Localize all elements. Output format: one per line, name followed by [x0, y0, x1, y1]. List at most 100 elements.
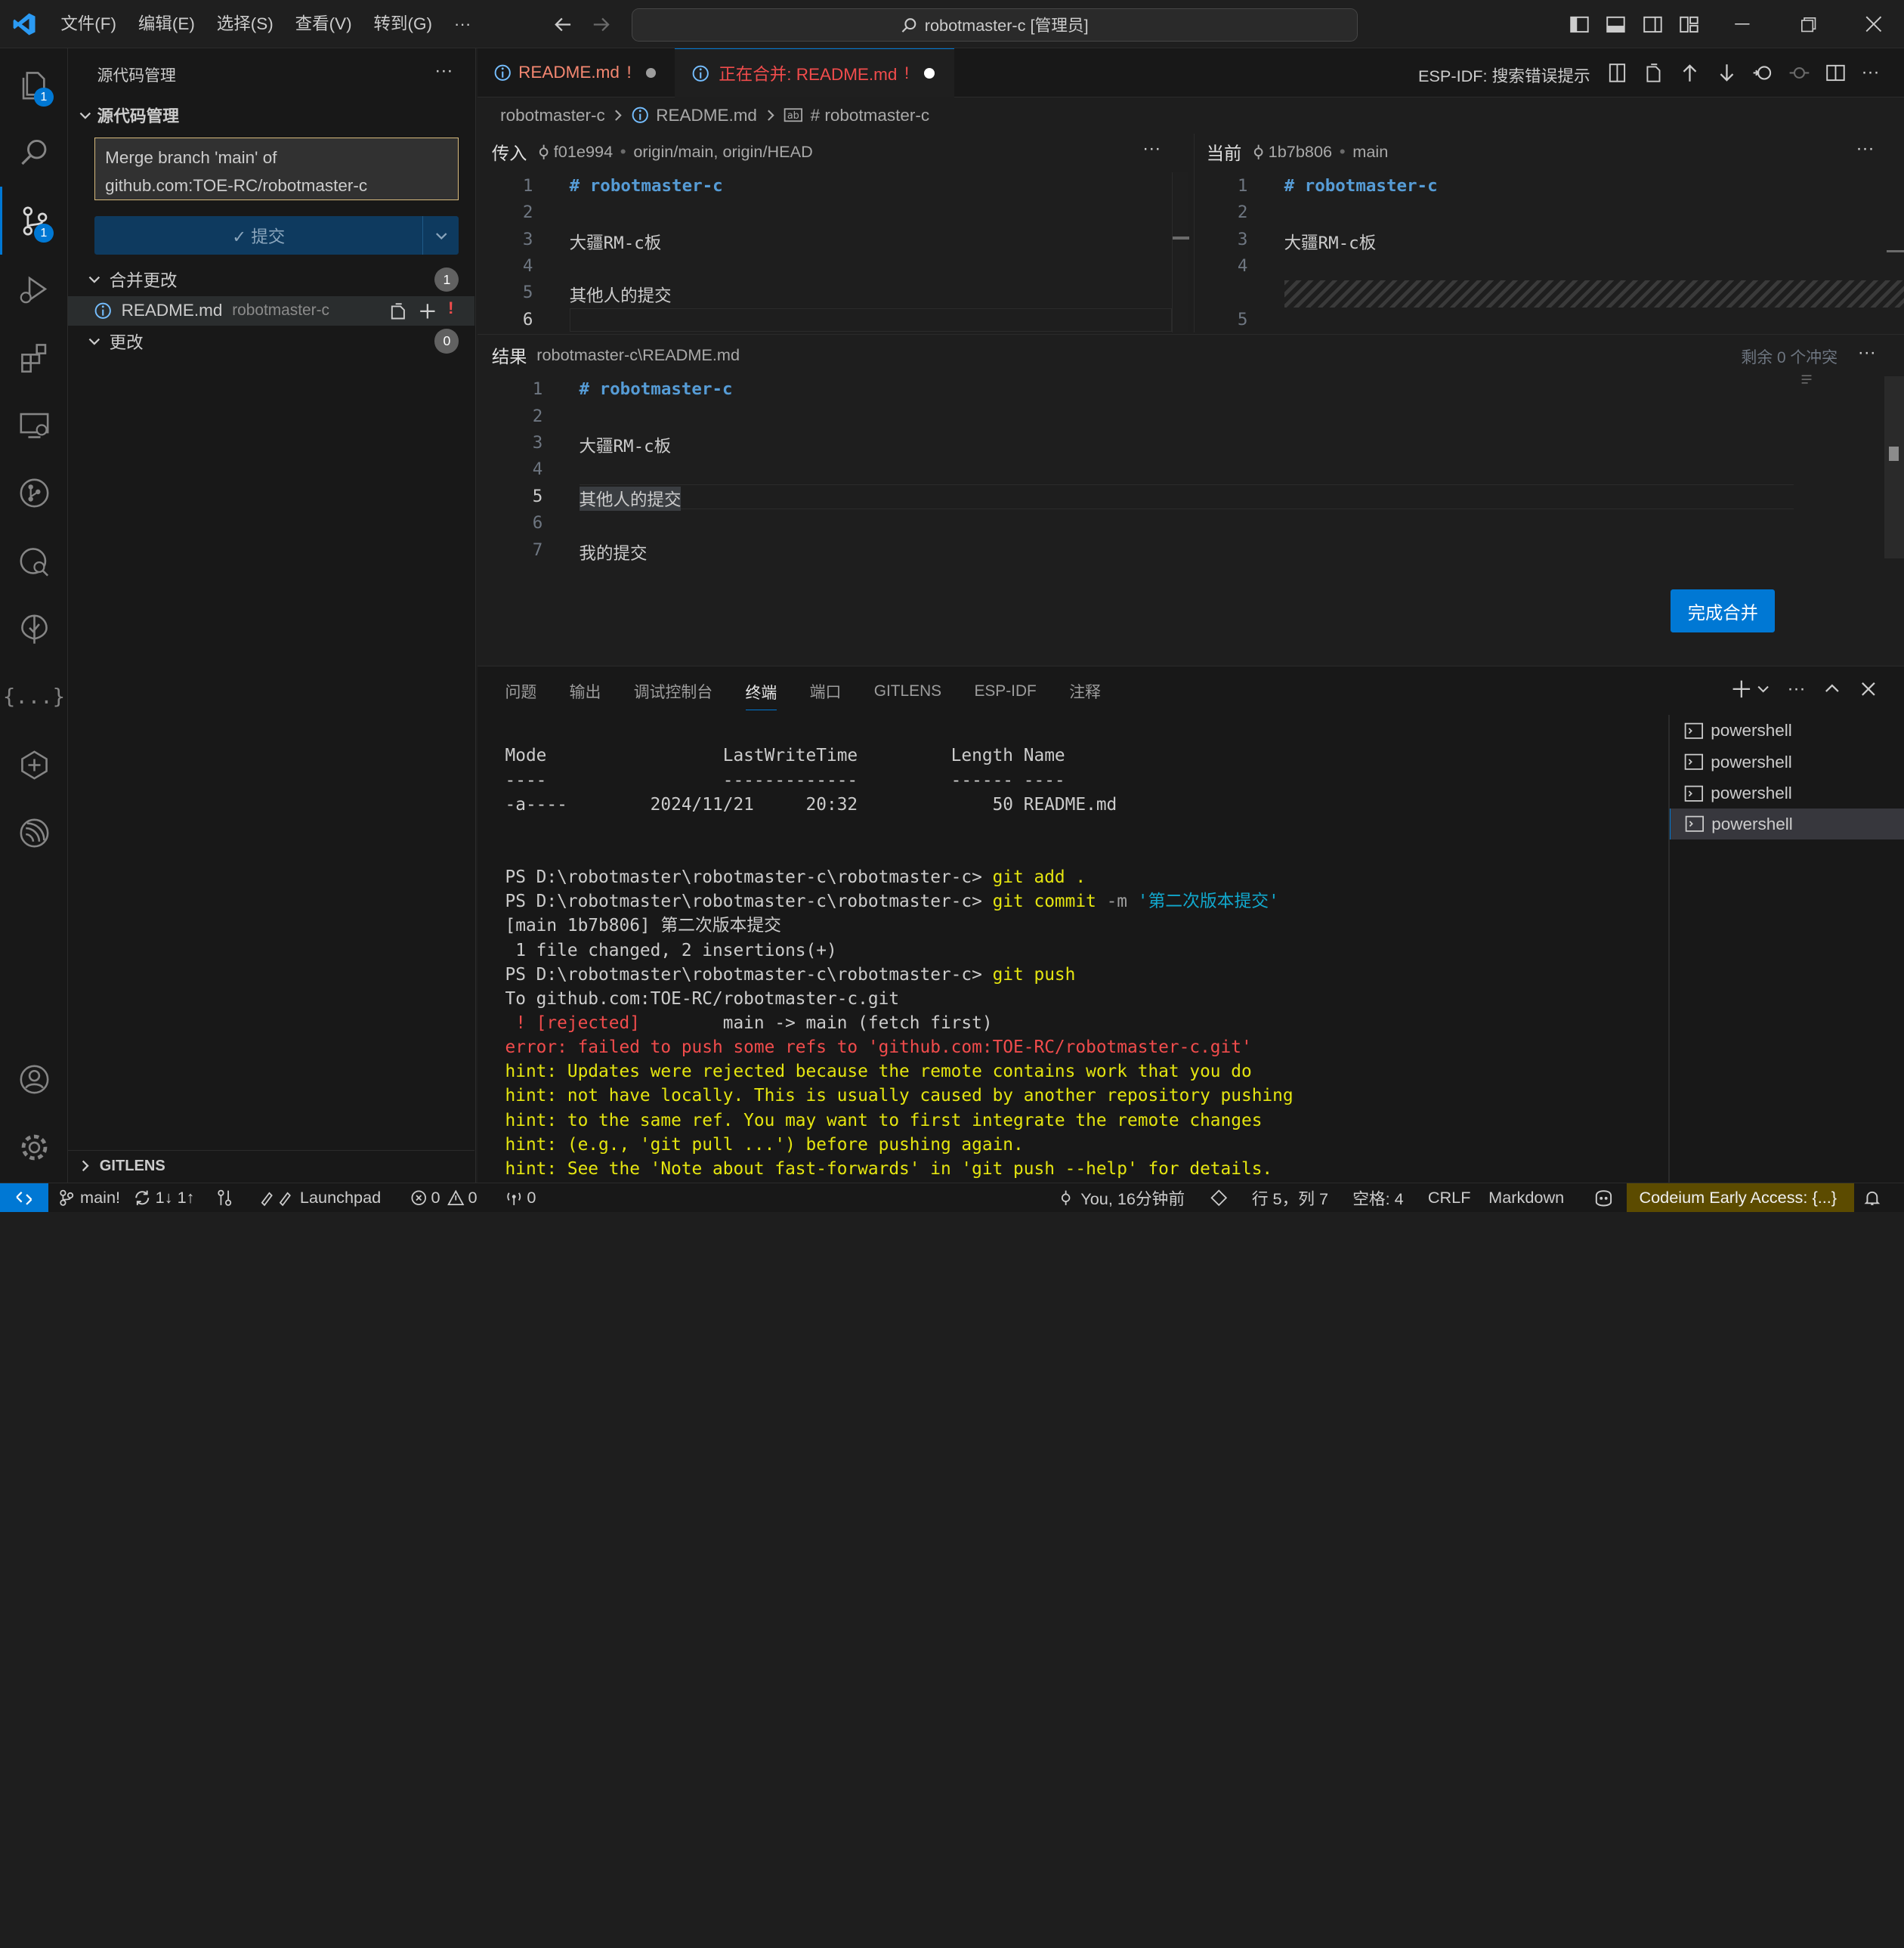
- explorer-button[interactable]: 1: [0, 51, 68, 119]
- terminal-instance[interactable]: powershell: [1669, 808, 1904, 840]
- command-center[interactable]: robotmaster-c [管理员]: [631, 8, 1358, 42]
- menu-go[interactable]: 转到(G): [363, 0, 443, 48]
- source-control-status-icon[interactable]: [1210, 1183, 1228, 1212]
- tab-output[interactable]: 输出: [570, 680, 601, 703]
- breadcrumb-root[interactable]: robotmaster-c: [500, 106, 605, 125]
- open-file-icon[interactable]: [1643, 62, 1664, 84]
- minimize-icon[interactable]: [1732, 14, 1752, 34]
- toggle-panel-icon[interactable]: [1605, 14, 1627, 36]
- toggle-secondary-sidebar-icon[interactable]: [1642, 14, 1664, 36]
- tab-debug-console[interactable]: 调试控制台: [634, 680, 712, 703]
- tab-readme[interactable]: README.md !: [478, 48, 674, 97]
- menu-file[interactable]: 文件(F): [50, 0, 128, 48]
- toggle-primary-sidebar-icon[interactable]: [1569, 14, 1590, 36]
- remote-explorer-button[interactable]: [0, 391, 68, 459]
- tab-terminal[interactable]: 终端: [745, 681, 777, 710]
- code-line[interactable]: 大疆RM-c板: [570, 230, 662, 254]
- ports-indicator[interactable]: 0: [505, 1183, 536, 1212]
- source-control-button[interactable]: 1: [0, 187, 68, 255]
- run-debug-button[interactable]: [0, 255, 68, 323]
- tab-ports[interactable]: 端口: [810, 680, 842, 703]
- line-ending[interactable]: CRLF: [1428, 1183, 1471, 1212]
- menu-more[interactable]: ···: [443, 0, 481, 48]
- code-line[interactable]: 其他人的提交: [570, 283, 672, 307]
- menu-view[interactable]: 查看(V): [284, 0, 363, 48]
- terminal-dropdown-chevron-icon[interactable]: [1756, 679, 1770, 699]
- code-line[interactable]: 其他人的提交: [579, 486, 682, 511]
- customize-layout-icon[interactable]: [1678, 14, 1700, 36]
- dirty-dot-icon[interactable]: [923, 67, 935, 79]
- remote-indicator[interactable]: [0, 1183, 49, 1212]
- open-changes-icon[interactable]: [1606, 62, 1628, 84]
- menu-edit[interactable]: 编辑(E): [127, 0, 206, 48]
- breadcrumb-file[interactable]: README.md: [656, 106, 757, 125]
- commit-graph-icon[interactable]: [1788, 62, 1810, 84]
- tab-esp-idf[interactable]: ESP-IDF: [974, 682, 1036, 700]
- codeium-status[interactable]: Codeium Early Access: {...}: [1627, 1183, 1854, 1212]
- manage-button[interactable]: [0, 1114, 68, 1182]
- commit-dropdown-button[interactable]: [422, 216, 459, 255]
- indentation[interactable]: 空格: 4: [1352, 1183, 1404, 1212]
- menu-selection[interactable]: 选择(S): [206, 0, 284, 48]
- close-panel-icon[interactable]: [1859, 679, 1878, 699]
- restore-icon[interactable]: [1798, 14, 1818, 34]
- maximize-panel-chevron-up-icon[interactable]: [1822, 679, 1842, 699]
- espressif-button[interactable]: [0, 799, 68, 867]
- problems-indicator[interactable]: 0 0: [410, 1183, 478, 1212]
- extensions-button[interactable]: [0, 323, 68, 391]
- panel-more-icon[interactable]: ···: [1787, 679, 1805, 700]
- esp-idf-button[interactable]: [0, 595, 68, 663]
- sidebar-more-button[interactable]: ···: [434, 60, 453, 82]
- tab-merge-readme[interactable]: 正在合并: README.md !: [675, 48, 955, 97]
- git-graph-button[interactable]: [0, 459, 68, 527]
- copilot-icon[interactable]: [1593, 1183, 1615, 1212]
- terminal-instance[interactable]: powershell: [1670, 778, 1904, 809]
- codeium-button[interactable]: [0, 731, 68, 799]
- history-icon[interactable]: [1752, 62, 1774, 84]
- commit-message-input[interactable]: Merge branch 'main' of github.com:TOE-RC…: [94, 137, 459, 201]
- cursor-position[interactable]: 行 5，列 7: [1252, 1183, 1328, 1212]
- launchpad-indicator[interactable]: Launchpad: [258, 1183, 381, 1212]
- back-arrow-icon[interactable]: [552, 14, 574, 36]
- language-mode[interactable]: Markdown: [1488, 1183, 1564, 1212]
- split-editor-icon[interactable]: [1825, 62, 1847, 84]
- incoming-scrollbar[interactable]: [1171, 172, 1190, 333]
- code-line[interactable]: # robotmaster-c: [1284, 176, 1438, 196]
- esp-idf-error-hints[interactable]: ESP-IDF: 搜索错误提示: [1418, 63, 1590, 87]
- arrow-down-icon[interactable]: [1716, 62, 1738, 84]
- scm-section-header[interactable]: 源代码管理: [76, 102, 179, 128]
- blame-indicator[interactable]: You, 16分钟前: [1059, 1183, 1185, 1212]
- json-button[interactable]: {...}: [0, 663, 68, 731]
- sync-indicator[interactable]: 1↓ 1↑: [134, 1183, 195, 1212]
- commit-button[interactable]: ✓ 提交: [94, 216, 459, 255]
- terminal-instance[interactable]: powershell: [1670, 715, 1904, 747]
- tab-gitlens[interactable]: GITLENS: [874, 682, 941, 700]
- tab-comments[interactable]: 注释: [1069, 680, 1101, 703]
- close-window-icon[interactable]: [1864, 14, 1884, 34]
- merge-file-item[interactable]: README.md robotmaster-c !: [67, 296, 475, 326]
- branch-indicator[interactable]: main!: [58, 1183, 120, 1212]
- more-actions-icon[interactable]: ···: [1861, 62, 1879, 83]
- search-button[interactable]: [0, 119, 68, 187]
- code-line[interactable]: # robotmaster-c: [570, 176, 723, 196]
- notifications-bell-icon[interactable]: [1862, 1183, 1882, 1212]
- complete-merge-button[interactable]: 完成合并: [1671, 589, 1776, 632]
- tab-problems[interactable]: 问题: [505, 680, 537, 703]
- result-scrollbar[interactable]: [1884, 376, 1904, 558]
- code-line[interactable]: 大疆RM-c板: [580, 433, 672, 457]
- code-line[interactable]: 大疆RM-c板: [1284, 230, 1377, 254]
- merge-changes-group[interactable]: 合并更改 1: [85, 266, 468, 292]
- code-line[interactable]: 我的提交: [580, 540, 648, 564]
- breadcrumb-symbol[interactable]: # robotmaster-c: [811, 106, 929, 125]
- current-more-button[interactable]: ···: [1856, 138, 1874, 159]
- dirty-dot-icon[interactable]: [646, 67, 656, 78]
- terminal-instance[interactable]: powershell: [1670, 747, 1904, 778]
- gitlens-section[interactable]: GITLENS: [67, 1149, 475, 1182]
- open-file-icon[interactable]: [388, 301, 408, 321]
- code-line[interactable]: # robotmaster-c: [580, 379, 733, 399]
- gitlens-inspect-button[interactable]: [0, 527, 68, 595]
- forward-arrow-icon[interactable]: [590, 14, 612, 36]
- result-more-button[interactable]: ···: [1858, 342, 1876, 363]
- stage-plus-icon[interactable]: [418, 301, 437, 321]
- arrow-up-icon[interactable]: [1679, 62, 1701, 84]
